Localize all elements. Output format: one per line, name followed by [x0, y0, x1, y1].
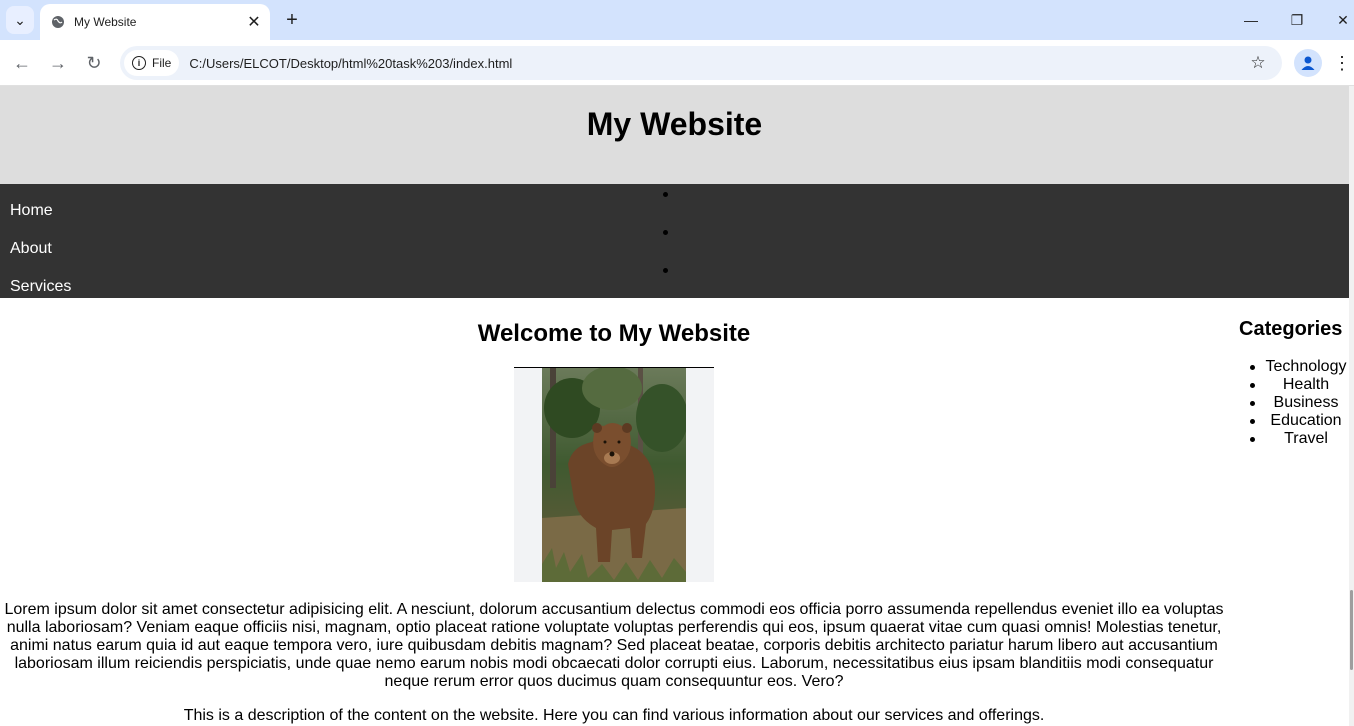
address-bar[interactable]: i File C:/Users/ELCOT/Desktop/html%20tas…	[120, 46, 1282, 80]
reload-icon[interactable]: ↻	[80, 49, 108, 77]
nav-link-about[interactable]: About	[10, 240, 52, 258]
minimize-icon[interactable]: —	[1228, 0, 1274, 40]
lorem-paragraph: Lorem ipsum dolor sit amet consectetur a…	[4, 601, 1224, 690]
window-close-icon[interactable]: ✕	[1320, 0, 1354, 40]
site-chip-label: File	[152, 56, 172, 70]
forward-arrow-icon[interactable]: →	[44, 49, 72, 77]
category-item: Business	[1250, 394, 1349, 412]
categories-list: Technology Health Business Education Tra…	[1250, 358, 1349, 448]
site-info-chip[interactable]: i File	[124, 50, 180, 76]
browser-tab-bar: ⌄ My Website ✕ + — ❐ ✕	[0, 0, 1354, 40]
tab-title: My Website	[74, 15, 137, 29]
site-title: My Website	[586, 106, 763, 142]
category-item: Health	[1250, 376, 1349, 394]
category-item: Travel	[1250, 430, 1349, 448]
new-tab-plus-icon[interactable]: +	[280, 8, 304, 32]
main-heading: Welcome to My Website	[477, 320, 751, 347]
close-tab-icon[interactable]: ✕	[242, 10, 266, 34]
description-paragraph: This is a description of the content on …	[183, 707, 1045, 724]
globe-icon	[50, 14, 66, 30]
bear-photo	[542, 368, 686, 582]
profile-avatar-icon[interactable]	[1294, 49, 1322, 77]
category-item: Technology	[1250, 358, 1349, 376]
nav-bullet	[663, 192, 668, 197]
site-header: My Website	[0, 86, 1349, 184]
back-arrow-icon[interactable]: ←	[8, 49, 36, 77]
nav-bullet	[663, 230, 668, 235]
hero-image-frame	[514, 367, 714, 582]
site-nav: Home About Services	[0, 184, 1349, 298]
browser-toolbar: ← → ↻ i File C:/Users/ELCOT/Desktop/html…	[0, 40, 1354, 86]
bookmark-star-icon[interactable]: ☆	[1244, 49, 1272, 77]
info-icon: i	[132, 56, 146, 70]
restore-icon[interactable]: ❐	[1274, 0, 1320, 40]
url-text[interactable]: C:/Users/ELCOT/Desktop/html%20task%203/i…	[189, 56, 1244, 71]
categories-title: Categories	[1239, 318, 1343, 340]
nav-bullet	[663, 268, 668, 273]
browser-menu-icon[interactable]: ⋮	[1330, 49, 1354, 77]
browser-tab[interactable]: My Website ✕	[40, 4, 270, 40]
nav-link-home[interactable]: Home	[10, 202, 53, 220]
scrollbar-thumb[interactable]	[1350, 590, 1353, 670]
nav-link-services[interactable]: Services	[10, 278, 71, 296]
web-page: My Website Home About Services Welcome t…	[0, 86, 1349, 726]
tab-search-chevron-icon[interactable]: ⌄	[6, 6, 34, 34]
category-item: Education	[1250, 412, 1349, 430]
